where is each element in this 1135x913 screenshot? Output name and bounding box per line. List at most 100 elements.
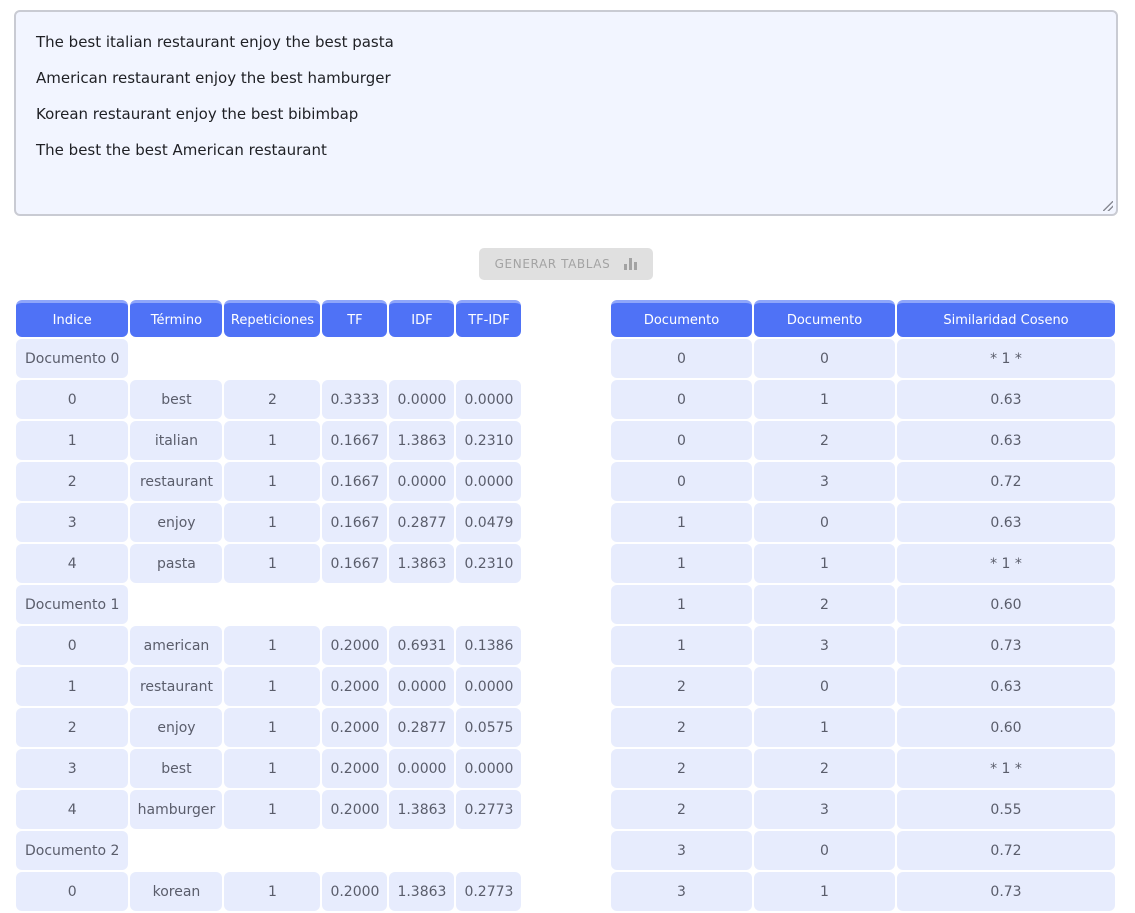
table-cell: 2	[16, 708, 129, 747]
table-cell: 1	[224, 667, 321, 706]
table-row: 3 enjoy 1 0.1667 0.2877 0.0479	[16, 503, 522, 542]
table-cell: 3	[611, 831, 752, 870]
table-cell: 0.0000	[456, 462, 522, 501]
table-cell: 1	[224, 790, 321, 829]
table-cell: 0.0000	[389, 462, 455, 501]
table-cell: 0.0000	[456, 667, 522, 706]
table-row: 2 2 * 1 *	[611, 749, 1115, 788]
table-row: 4 pasta 1 0.1667 1.3863 0.2310	[16, 544, 522, 583]
table-cell: 1	[16, 667, 129, 706]
table-cell: best	[130, 749, 223, 788]
table-cell: 1.3863	[389, 872, 455, 911]
table-cell: 0.2877	[389, 708, 455, 747]
table-cell: 0	[611, 421, 752, 460]
table-cell: 0.73	[897, 872, 1115, 911]
table-cell: 0.60	[897, 708, 1115, 747]
table-cell: 0	[754, 831, 895, 870]
column-header: Término	[130, 300, 223, 337]
table-cell: 0.60	[897, 585, 1115, 624]
document-label: Documento 2	[16, 831, 129, 870]
table-cell: 0	[754, 667, 895, 706]
table-cell: 0.0000	[389, 667, 455, 706]
table-cell: 1	[224, 626, 321, 665]
table-cell: * 1 *	[897, 749, 1115, 788]
table-cell: 1	[224, 749, 321, 788]
column-header: TF-IDF	[456, 300, 522, 337]
table-cell: 2	[611, 708, 752, 747]
table-cell: 0.0000	[389, 749, 455, 788]
table-cell: 0.2000	[322, 749, 388, 788]
table-row: 2 1 0.60	[611, 708, 1115, 747]
generate-tables-button[interactable]: GENERAR TABLAS	[479, 248, 653, 280]
document-group-row: Documento 0	[16, 339, 521, 378]
document-label: Documento 0	[16, 339, 129, 378]
table-cell: 1	[754, 380, 895, 419]
table-cell: 1	[611, 544, 752, 583]
table-cell: enjoy	[130, 503, 223, 542]
table-cell: 0	[611, 462, 752, 501]
table-cell: american	[130, 626, 223, 665]
table-cell: 0.63	[897, 667, 1115, 706]
empty-cell	[130, 831, 521, 870]
generate-tables-label: GENERAR TABLAS	[494, 257, 611, 271]
tfidf-table-header: Indice Término Repeticiones TF IDF TF-IDF	[16, 300, 522, 337]
table-cell: 0.2000	[322, 708, 388, 747]
bar-chart-icon	[624, 258, 638, 270]
table-cell: 0.1667	[322, 421, 388, 460]
table-cell: 0.72	[897, 462, 1115, 501]
table-cell: 0.2877	[389, 503, 455, 542]
table-cell: 0.6931	[389, 626, 455, 665]
table-row: 1 2 0.60	[611, 585, 1115, 624]
resize-handle[interactable]	[1103, 201, 1113, 211]
table-cell: 0.2773	[456, 872, 522, 911]
table-cell: 0.2000	[322, 790, 388, 829]
table-cell: 1	[224, 421, 321, 460]
table-cell: 0	[611, 380, 752, 419]
table-cell: 2	[611, 749, 752, 788]
table-cell: 3	[754, 790, 895, 829]
table-cell: hamburger	[130, 790, 223, 829]
table-cell: 0.73	[897, 626, 1115, 665]
column-header: Documento	[754, 300, 895, 337]
table-cell: 1	[16, 421, 129, 460]
table-cell: enjoy	[130, 708, 223, 747]
table-cell: 0	[754, 503, 895, 542]
tfidf-table: Indice Término Repeticiones TF IDF TF-IDF Doc…	[14, 298, 523, 913]
table-row: 0 3 0.72	[611, 462, 1115, 501]
table-cell: restaurant	[130, 462, 223, 501]
table-cell: 0.0000	[389, 380, 455, 419]
table-cell: 0.63	[897, 421, 1115, 460]
column-header: TF	[322, 300, 388, 337]
table-cell: 0	[611, 339, 752, 378]
table-row: 1 restaurant 1 0.2000 0.0000 0.0000	[16, 667, 522, 706]
table-cell: 0	[16, 872, 129, 911]
table-cell: 1	[224, 708, 321, 747]
table-cell: 0.2000	[322, 667, 388, 706]
table-cell: 2	[754, 749, 895, 788]
empty-cell	[130, 339, 521, 378]
table-cell: 0.63	[897, 503, 1115, 542]
documents-textarea[interactable]: The best italian restaurant enjoy the be…	[14, 10, 1118, 216]
table-row: 1 3 0.73	[611, 626, 1115, 665]
table-row: 3 best 1 0.2000 0.0000 0.0000	[16, 749, 522, 788]
table-row: 2 enjoy 1 0.2000 0.2877 0.0575	[16, 708, 522, 747]
table-row: 0 2 0.63	[611, 421, 1115, 460]
table-cell: 1.3863	[389, 790, 455, 829]
table-cell: 0	[16, 380, 129, 419]
table-cell: 1	[754, 872, 895, 911]
table-cell: 3	[754, 626, 895, 665]
table-cell: 0.0000	[456, 380, 522, 419]
table-cell: 2	[224, 380, 321, 419]
table-cell: * 1 *	[897, 544, 1115, 583]
table-row: 0 0 * 1 *	[611, 339, 1115, 378]
table-cell: 4	[16, 544, 129, 583]
table-cell: 0.63	[897, 380, 1115, 419]
table-row: 0 korean 1 0.2000 1.3863 0.2773	[16, 872, 522, 911]
document-label: Documento 1	[16, 585, 129, 624]
table-row: 3 0 0.72	[611, 831, 1115, 870]
table-cell: 0.1667	[322, 503, 388, 542]
table-cell: 2	[611, 790, 752, 829]
table-cell: 0	[16, 626, 129, 665]
column-header: IDF	[389, 300, 455, 337]
table-cell: 0.2310	[456, 421, 522, 460]
